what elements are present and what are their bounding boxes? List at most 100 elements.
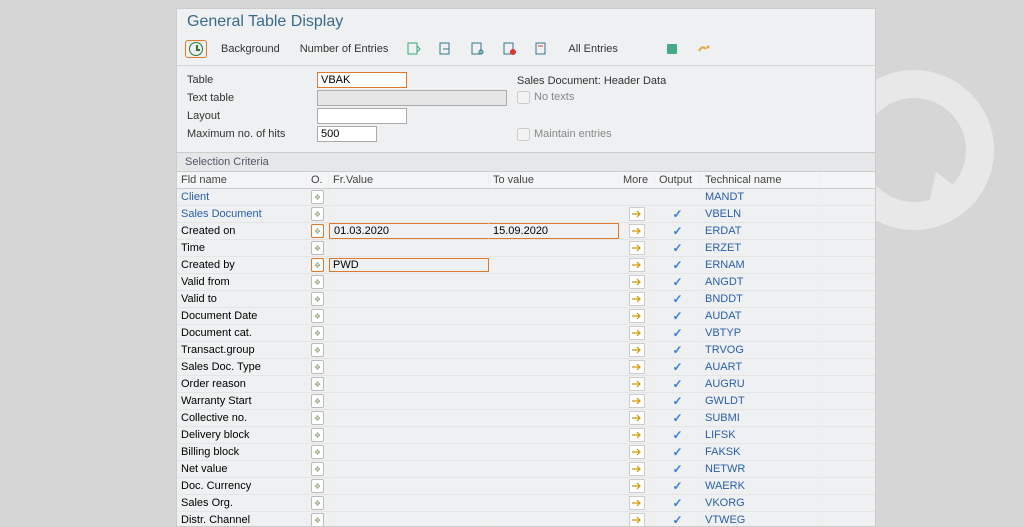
toolbar-icon-1[interactable]	[402, 39, 426, 59]
to-value-cell[interactable]	[489, 366, 619, 368]
more-button[interactable]	[629, 377, 645, 391]
output-check-icon[interactable]: ✓	[672, 462, 682, 476]
more-button[interactable]	[629, 326, 645, 340]
from-value-cell[interactable]	[329, 213, 489, 215]
operator-button[interactable]	[311, 394, 324, 408]
background-button[interactable]: Background	[215, 39, 286, 59]
to-value-cell[interactable]	[489, 332, 619, 334]
operator-button[interactable]	[311, 462, 324, 476]
more-button[interactable]	[629, 258, 645, 272]
more-button[interactable]	[629, 479, 645, 493]
field-name-cell[interactable]: Sales Document	[177, 207, 307, 221]
output-check-icon[interactable]: ✓	[672, 479, 682, 493]
more-button[interactable]	[629, 394, 645, 408]
layout-input[interactable]	[317, 108, 407, 124]
more-button[interactable]	[629, 241, 645, 255]
output-check-icon[interactable]: ✓	[672, 445, 682, 459]
from-value-cell[interactable]	[329, 519, 489, 521]
more-button[interactable]	[629, 207, 645, 221]
toolbar-icon-7[interactable]	[692, 39, 716, 59]
operator-button[interactable]	[311, 496, 324, 510]
from-value-cell[interactable]	[329, 417, 489, 419]
to-value-cell[interactable]	[489, 213, 619, 215]
to-value-cell[interactable]	[489, 349, 619, 351]
from-value-cell[interactable]	[329, 485, 489, 487]
output-check-icon[interactable]: ✓	[672, 394, 682, 408]
field-name-cell[interactable]: Client	[177, 190, 307, 204]
to-value-cell[interactable]	[489, 502, 619, 504]
operator-button[interactable]	[311, 309, 324, 323]
operator-button[interactable]	[311, 275, 324, 289]
to-value-cell[interactable]	[489, 383, 619, 385]
more-button[interactable]	[629, 411, 645, 425]
from-value-cell[interactable]	[329, 366, 489, 368]
to-value-cell[interactable]	[489, 196, 619, 198]
to-value-cell[interactable]	[489, 298, 619, 300]
to-value-cell[interactable]	[489, 247, 619, 249]
to-value-cell[interactable]	[489, 264, 619, 266]
operator-button[interactable]	[311, 190, 324, 204]
to-value-cell[interactable]: 15.09.2020	[489, 223, 619, 239]
all-entries-button[interactable]: All Entries	[562, 39, 624, 59]
from-value-cell[interactable]	[329, 502, 489, 504]
no-texts-checkbox[interactable]: No texts	[517, 91, 717, 104]
from-value-cell[interactable]	[329, 451, 489, 453]
toolbar-icon-2[interactable]	[434, 39, 458, 59]
to-value-cell[interactable]	[489, 417, 619, 419]
table-input[interactable]	[317, 72, 407, 88]
more-button[interactable]	[629, 428, 645, 442]
operator-button[interactable]	[311, 445, 324, 459]
from-value-cell[interactable]	[329, 434, 489, 436]
operator-button[interactable]	[311, 241, 324, 255]
more-button[interactable]	[629, 496, 645, 510]
to-value-cell[interactable]	[489, 468, 619, 470]
from-value-cell[interactable]: 01.03.2020	[329, 223, 489, 239]
output-check-icon[interactable]: ✓	[672, 496, 682, 510]
toolbar-icon-3[interactable]	[466, 39, 490, 59]
operator-button[interactable]	[311, 224, 324, 238]
output-check-icon[interactable]: ✓	[672, 326, 682, 340]
output-check-icon[interactable]: ✓	[672, 207, 682, 221]
to-value-cell[interactable]	[489, 281, 619, 283]
more-button[interactable]	[629, 292, 645, 306]
output-check-icon[interactable]: ✓	[672, 428, 682, 442]
operator-button[interactable]	[311, 377, 324, 391]
to-value-cell[interactable]	[489, 451, 619, 453]
to-value-cell[interactable]	[489, 485, 619, 487]
more-button[interactable]	[629, 513, 645, 526]
more-button[interactable]	[629, 275, 645, 289]
to-value-cell[interactable]	[489, 434, 619, 436]
to-value-cell[interactable]	[489, 519, 619, 521]
output-check-icon[interactable]: ✓	[672, 275, 682, 289]
toolbar-icon-4[interactable]	[498, 39, 522, 59]
more-button[interactable]	[629, 224, 645, 238]
more-button[interactable]	[629, 360, 645, 374]
from-value-cell[interactable]	[329, 315, 489, 317]
output-check-icon[interactable]: ✓	[672, 258, 682, 272]
toolbar-icon-6[interactable]	[660, 39, 684, 59]
from-value-cell[interactable]: PWD	[329, 258, 489, 272]
toolbar-icon-5[interactable]	[530, 39, 554, 59]
output-check-icon[interactable]: ✓	[672, 411, 682, 425]
more-button[interactable]	[629, 309, 645, 323]
from-value-cell[interactable]	[329, 298, 489, 300]
from-value-cell[interactable]	[329, 247, 489, 249]
output-check-icon[interactable]: ✓	[672, 377, 682, 391]
operator-button[interactable]	[311, 411, 324, 425]
output-check-icon[interactable]: ✓	[672, 360, 682, 374]
to-value-cell[interactable]	[489, 315, 619, 317]
operator-button[interactable]	[311, 479, 324, 493]
output-check-icon[interactable]: ✓	[672, 241, 682, 255]
operator-button[interactable]	[311, 343, 324, 357]
max-hits-input[interactable]	[317, 126, 377, 142]
output-check-icon[interactable]: ✓	[672, 309, 682, 323]
more-button[interactable]	[629, 343, 645, 357]
to-value-cell[interactable]	[489, 400, 619, 402]
output-check-icon[interactable]: ✓	[672, 292, 682, 306]
operator-button[interactable]	[311, 360, 324, 374]
operator-button[interactable]	[311, 258, 324, 272]
from-value-cell[interactable]	[329, 383, 489, 385]
maintain-entries-checkbox[interactable]: Maintain entries	[517, 128, 717, 141]
from-value-cell[interactable]	[329, 332, 489, 334]
from-value-cell[interactable]	[329, 281, 489, 283]
